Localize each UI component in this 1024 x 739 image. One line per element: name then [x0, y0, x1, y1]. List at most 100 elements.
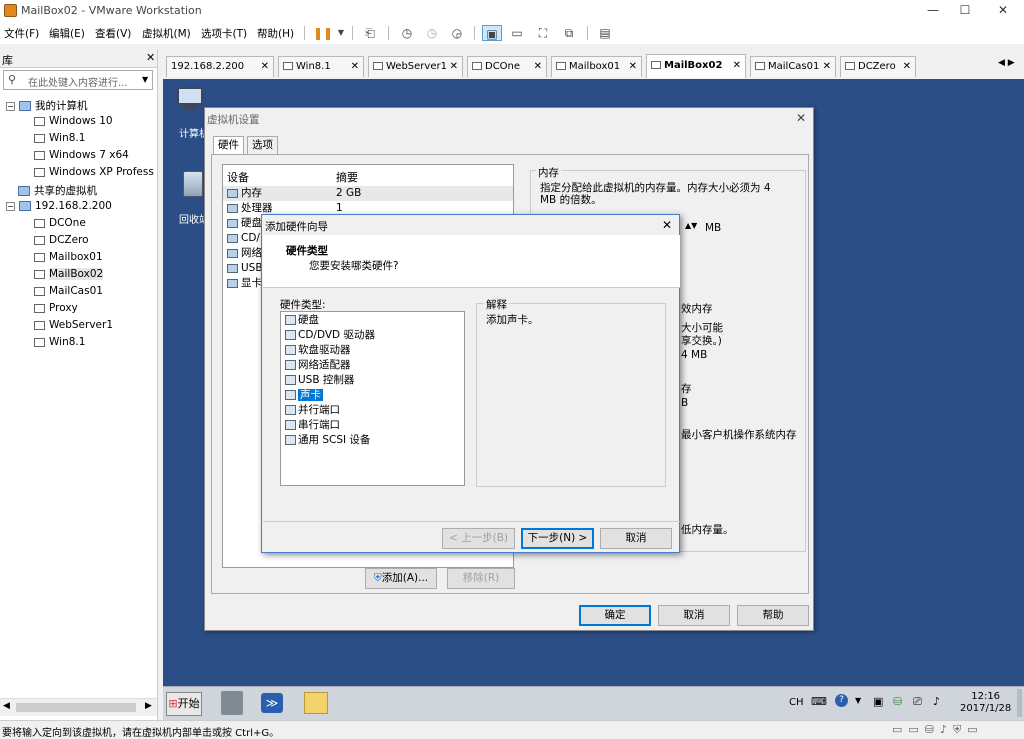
console-view-icon[interactable]: ▭ — [507, 25, 527, 41]
scroll-thumb[interactable] — [16, 703, 136, 712]
next-button[interactable]: 下一步(N) > — [521, 528, 594, 549]
hardware-type-item[interactable]: 硬盘 — [285, 313, 319, 328]
library-horizontal-scrollbar[interactable]: ◀ ▶ — [0, 698, 157, 716]
menu-help[interactable]: 帮助(H) — [257, 26, 294, 41]
device-status-icons[interactable]: ▭▭⛁♪⛨▭ — [892, 723, 984, 737]
tree-item[interactable]: Windows 7 x64 — [34, 149, 129, 166]
menu-vm[interactable]: 虚拟机(M) — [142, 26, 191, 41]
tab-close-icon[interactable]: ✕ — [903, 57, 911, 76]
minimize-icon[interactable]: — — [916, 0, 950, 22]
show-desktop-button[interactable] — [1017, 689, 1022, 717]
recycle-bin-icon[interactable] — [183, 171, 203, 197]
chevron-right-icon[interactable]: ▶ — [145, 701, 152, 711]
tab-webserver1[interactable]: WebServer1 ✕ — [368, 56, 463, 77]
menu-tabs[interactable]: 选项卡(T) — [201, 26, 247, 41]
collapse-icon[interactable]: − — [6, 101, 15, 111]
ok-button[interactable]: 确定 — [579, 605, 651, 626]
unity-icon[interactable]: ⧉ — [559, 25, 579, 41]
chevron-down-icon[interactable]: ▼ — [142, 75, 148, 84]
tab-mailbox01[interactable]: Mailbox01 ✕ — [551, 56, 642, 77]
tray-monitor-icon[interactable]: ⎚ — [913, 695, 922, 709]
pause-icon[interactable]: ❚❚ — [313, 25, 333, 41]
tab-mailcas01[interactable]: MailCas01 ✕ — [750, 56, 836, 77]
tree-item[interactable]: 共享的虚拟机 — [18, 183, 97, 200]
tree-item[interactable]: Proxy — [34, 302, 78, 319]
keyboard-icon[interactable]: ⌨ — [811, 695, 827, 708]
help-button[interactable]: 帮助 — [737, 605, 809, 626]
help-icon[interactable]: ? — [835, 694, 848, 707]
tab-options[interactable]: 选项 — [247, 136, 278, 154]
tab-dczero[interactable]: DCZero ✕ — [840, 56, 916, 77]
hardware-type-item[interactable]: USB 控制器 — [285, 373, 354, 388]
maximize-icon[interactable]: ☐ — [948, 0, 982, 22]
close-icon[interactable]: ✕ — [796, 111, 806, 125]
close-icon[interactable]: ✕ — [662, 218, 672, 232]
memory-spinner-icon[interactable]: ▲▼ — [685, 221, 697, 230]
tree-item[interactable]: Win8.1 — [34, 336, 85, 353]
snapshot-icon[interactable]: ◷ — [397, 25, 417, 41]
tree-item[interactable]: −192.168.2.200 — [6, 200, 112, 217]
snapshot-manager-icon[interactable]: ◶ — [447, 25, 467, 41]
chevron-down-icon[interactable]: ▼ — [331, 25, 351, 41]
tab-close-icon[interactable]: ✕ — [534, 57, 542, 76]
tab-192-168-2-200[interactable]: 192.168.2.200 ✕ — [166, 56, 274, 77]
hardware-type-item[interactable]: 软盘驱动器 — [285, 343, 351, 358]
menu-file[interactable]: 文件(F) — [4, 26, 39, 41]
add-hardware-button[interactable]: ⛨添加(A)... — [365, 568, 437, 589]
tree-item[interactable]: Win8.1 — [34, 132, 85, 149]
hardware-type-item[interactable]: 并行端口 — [285, 403, 340, 418]
tray-display-icon[interactable]: ▣ — [873, 695, 883, 708]
send-ctrl-alt-del-icon[interactable]: ⎗ — [360, 25, 380, 41]
hardware-type-item[interactable]: 通用 SCSI 设备 — [285, 433, 370, 448]
close-icon[interactable]: ✕ — [986, 0, 1020, 22]
tab-close-icon[interactable]: ✕ — [351, 57, 359, 76]
input-language[interactable]: CH — [789, 697, 804, 708]
tab-scroll-icon[interactable]: ◀ ▶ — [998, 58, 1015, 68]
menu-view[interactable]: 查看(V) — [95, 26, 131, 41]
powershell-icon[interactable]: ≫ — [261, 693, 283, 713]
tree-item[interactable]: DCZero — [34, 234, 89, 251]
tree-item[interactable]: DCOne — [34, 217, 86, 234]
file-explorer-icon[interactable] — [304, 692, 328, 714]
tree-item[interactable]: Mailbox01 — [34, 251, 103, 268]
tray-network-icon[interactable]: ⛁ — [893, 695, 902, 708]
tab-close-icon[interactable]: ✕ — [733, 55, 741, 77]
hardware-type-item[interactable]: 串行端口 — [285, 418, 340, 433]
hardware-type-list[interactable]: 硬盘 CD/DVD 驱动器 软盘驱动器 网络适配器 USB 控制器 声卡 并行端口 串行端口通… — [280, 311, 465, 486]
thumbnail-icon[interactable]: ▤ — [595, 25, 615, 41]
revert-snapshot-icon[interactable]: ◷ — [422, 25, 442, 41]
chevron-down-icon[interactable]: ▼ — [855, 696, 861, 705]
tab-close-icon[interactable]: ✕ — [823, 57, 831, 76]
server-manager-icon[interactable] — [221, 691, 243, 715]
tab-close-icon[interactable]: ✕ — [629, 57, 637, 76]
tray-volume-icon[interactable]: ♪ — [933, 695, 940, 708]
tree-item[interactable]: MailCas01 — [34, 285, 103, 302]
back-button[interactable]: < 上一步(B) — [442, 528, 515, 549]
tree-item[interactable]: Windows 10 — [34, 115, 113, 132]
cancel-button[interactable]: 取消 — [658, 605, 730, 626]
tab-close-icon[interactable]: ✕ — [261, 57, 269, 76]
computer-icon[interactable] — [177, 87, 207, 115]
library-view-icon[interactable]: ▣ — [482, 25, 502, 41]
hardware-type-item[interactable]: 网络适配器 — [285, 358, 351, 373]
fullscreen-icon[interactable]: ⛶ — [533, 25, 553, 41]
clock[interactable]: 12:16 2017/1/28 — [960, 691, 1011, 715]
tree-item[interactable]: MailBox02 — [34, 268, 104, 285]
collapse-icon[interactable]: − — [6, 201, 15, 211]
chevron-left-icon[interactable]: ◀ — [3, 701, 10, 711]
tree-item[interactable]: Windows XP Profess — [34, 166, 154, 183]
library-search-input[interactable]: ⚲ 在此处键入内容进行... ▼ — [3, 70, 153, 90]
tab-dcone[interactable]: DCOne ✕ — [467, 56, 547, 77]
menu-edit[interactable]: 编辑(E) — [49, 26, 85, 41]
tab-close-icon[interactable]: ✕ — [450, 57, 458, 76]
start-button[interactable]: ⊞开始 — [166, 692, 202, 716]
tree-item[interactable]: − 我的计算机 — [6, 98, 88, 115]
tab-mailbox02[interactable]: MailBox02 ✕ — [646, 54, 746, 78]
tab-win8-1[interactable]: Win8.1 ✕ — [278, 56, 364, 77]
library-close-icon[interactable]: ✕ — [146, 51, 155, 64]
wizard-cancel-button[interactable]: 取消 — [600, 528, 672, 549]
tree-item[interactable]: WebServer1 — [34, 319, 113, 336]
remove-hardware-button[interactable]: 移除(R) — [447, 568, 515, 589]
hardware-type-item[interactable]: 声卡 — [285, 388, 323, 403]
tab-hardware[interactable]: 硬件 — [213, 136, 244, 154]
